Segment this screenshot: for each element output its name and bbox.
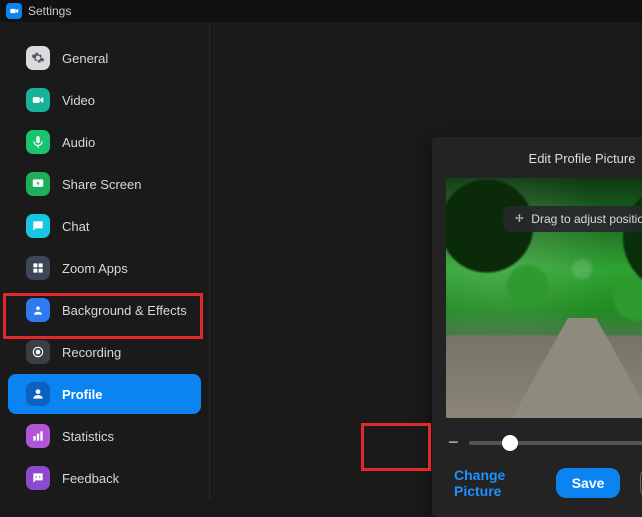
zoom-icon: [9, 6, 19, 16]
sidebar-item-label: Feedback: [62, 471, 119, 486]
chat-icon: [26, 214, 50, 238]
sidebar-item-label: Share Screen: [62, 177, 142, 192]
share-screen-icon: [26, 172, 50, 196]
sidebar-item-label: Statistics: [62, 429, 114, 444]
settings-sidebar: General Video Audio Share Screen Chat Zo…: [0, 22, 210, 500]
gear-icon: [26, 46, 50, 70]
background-icon: [26, 298, 50, 322]
sidebar-item-label: Chat: [62, 219, 89, 234]
dialog-actions: Change Picture Save Cancel: [446, 467, 642, 499]
save-button[interactable]: Save: [556, 468, 621, 498]
statistics-icon: [26, 424, 50, 448]
move-icon: [513, 213, 525, 225]
zoom-out-icon[interactable]: −: [448, 432, 459, 453]
sidebar-item-general[interactable]: General: [8, 38, 201, 78]
sidebar-item-statistics[interactable]: Statistics: [8, 416, 201, 456]
person-icon: [26, 382, 50, 406]
sidebar-item-label: Profile: [62, 387, 102, 402]
zoom-slider[interactable]: [469, 441, 642, 445]
apps-icon: [26, 256, 50, 280]
slider-thumb[interactable]: [502, 435, 518, 451]
picture-preview[interactable]: Drag to adjust position: [446, 178, 642, 418]
sidebar-item-feedback[interactable]: Feedback: [8, 458, 201, 498]
titlebar: Settings: [0, 0, 642, 22]
sidebar-item-label: Zoom Apps: [62, 261, 128, 276]
sidebar-item-zoom-apps[interactable]: Zoom Apps: [8, 248, 201, 288]
drag-hint-tooltip: Drag to adjust position: [503, 206, 642, 232]
recording-icon: [26, 340, 50, 364]
edit-profile-picture-dialog: Edit Profile Picture Drag to adjust posi…: [432, 137, 642, 517]
sidebar-item-label: Audio: [62, 135, 95, 150]
dialog-title: Edit Profile Picture: [446, 151, 642, 166]
zoom-slider-row: − +: [448, 432, 642, 453]
sidebar-item-audio[interactable]: Audio: [8, 122, 201, 162]
audio-icon: [26, 130, 50, 154]
sidebar-item-profile[interactable]: Profile: [8, 374, 201, 414]
settings-content: Argentina ✦ ion tures Edit Profile Pictu…: [210, 22, 642, 500]
sidebar-item-label: Recording: [62, 345, 121, 360]
video-icon: [26, 88, 50, 112]
sidebar-item-label: Background & Effects: [62, 303, 187, 318]
sidebar-item-video[interactable]: Video: [8, 80, 201, 120]
feedback-icon: [26, 466, 50, 490]
sidebar-item-share-screen[interactable]: Share Screen: [8, 164, 201, 204]
sidebar-item-label: General: [62, 51, 108, 66]
sidebar-item-label: Video: [62, 93, 95, 108]
sidebar-item-chat[interactable]: Chat: [8, 206, 201, 246]
app-logo: [6, 3, 22, 19]
change-picture-link[interactable]: Change Picture: [454, 467, 516, 499]
window-title: Settings: [28, 4, 71, 18]
sidebar-item-recording[interactable]: Recording: [8, 332, 201, 372]
sidebar-item-background-effects[interactable]: Background & Effects: [8, 290, 201, 330]
